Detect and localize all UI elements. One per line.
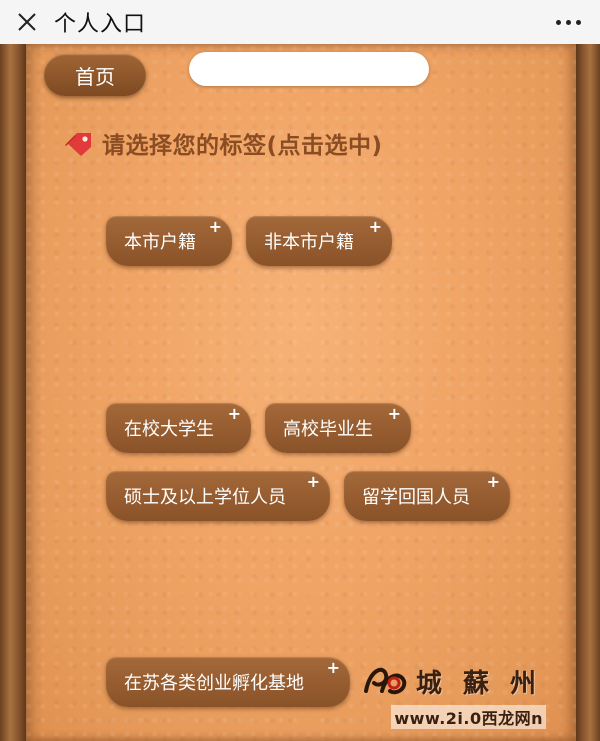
chip-label: 在校大学生 (124, 419, 214, 440)
left-frame (0, 44, 26, 741)
tag-chip-incubation-base[interactable]: 在苏各类创业孵化基地 + (106, 657, 350, 707)
watermark-brand: 城 蘇 州 (415, 669, 542, 699)
watermark-logo-icon (364, 667, 407, 695)
tag-chip-local-hukou[interactable]: 本市户籍 + (106, 216, 232, 266)
watermark-url: www.2i.0西龙网n (391, 705, 546, 729)
chip-label: 硕士及以上学位人员 (124, 487, 286, 508)
search-input[interactable] (189, 52, 429, 86)
heading-text: 请选择您的标签(点击选中) (102, 133, 383, 159)
close-button[interactable] (0, 0, 54, 44)
plus-icon: + (326, 658, 340, 677)
plus-icon: + (486, 472, 500, 491)
tag-icon (64, 129, 94, 157)
tag-chip-nonlocal-hukou[interactable]: 非本市户籍 + (246, 216, 392, 266)
chip-label: 非本市户籍 (264, 232, 354, 253)
home-button[interactable]: 首页 (44, 54, 146, 96)
section-heading: 请选择您的标签(点击选中) (64, 126, 383, 160)
leather-background: 首页 请选择您的标签(点击选中) 本市户籍 + 非本市户籍 + 在校大学生 + (0, 44, 600, 741)
chip-label: 本市户籍 (124, 232, 196, 253)
more-dots-icon (555, 19, 561, 25)
close-icon (18, 13, 36, 31)
tag-chip-college-student[interactable]: 在校大学生 + (106, 403, 251, 453)
chip-label: 在苏各类创业孵化基地 (124, 673, 304, 694)
plus-icon: + (208, 217, 222, 236)
tag-chip-graduate[interactable]: 高校毕业生 + (265, 403, 411, 453)
plus-icon: + (306, 472, 320, 491)
site-watermark: 城 蘇 州 www.2i.0西龙网n (360, 661, 550, 733)
more-button[interactable] (550, 8, 586, 36)
chip-label: 高校毕业生 (283, 419, 373, 440)
plus-icon: + (387, 404, 401, 423)
plus-icon: + (227, 404, 241, 423)
right-frame (576, 44, 600, 741)
content-panel: 首页 请选择您的标签(点击选中) 本市户籍 + 非本市户籍 + 在校大学生 + (26, 44, 576, 741)
tag-chip-returned-overseas[interactable]: 留学回国人员 + (344, 471, 510, 521)
tag-chip-masters-and-above[interactable]: 硕士及以上学位人员 + (106, 471, 330, 521)
top-nav-bar: 个人入口 (0, 0, 600, 44)
plus-icon: + (368, 217, 382, 236)
page-title: 个人入口 (54, 12, 147, 37)
chip-label: 留学回国人员 (362, 487, 470, 508)
